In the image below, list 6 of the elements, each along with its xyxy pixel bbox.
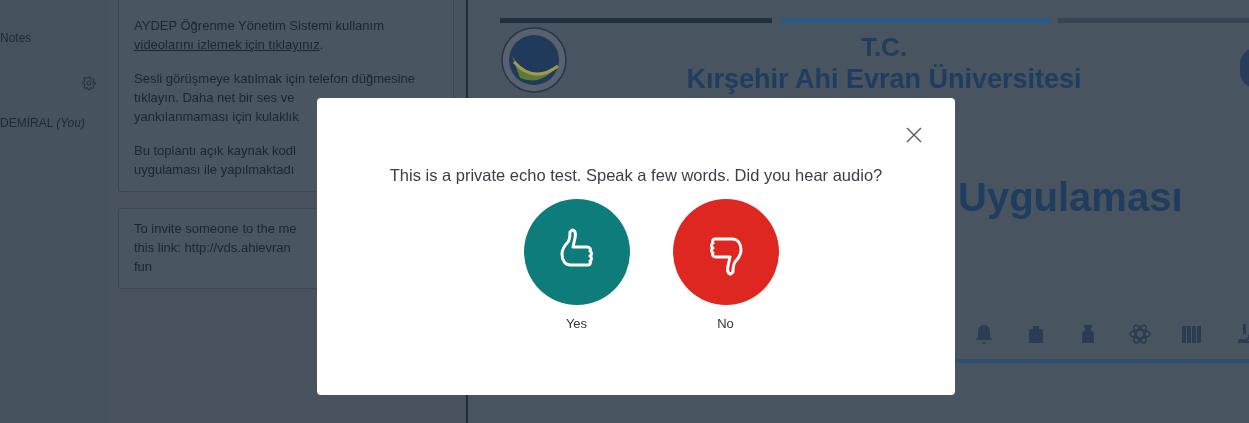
dialog-message: This is a private echo test. Speak a few words. Did you hear audio? (388, 166, 884, 185)
answer-label: Yes (565, 316, 588, 331)
answer-label: No (717, 316, 734, 331)
close-icon[interactable] (906, 127, 922, 143)
atom-icon (1128, 322, 1152, 346)
university-logo (500, 26, 568, 94)
